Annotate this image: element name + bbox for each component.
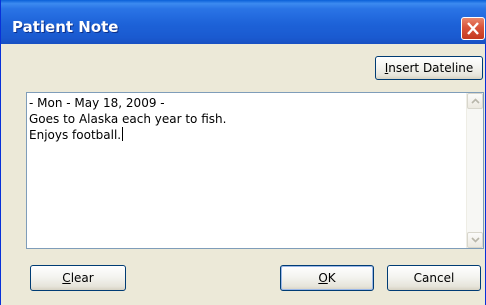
cancel-button[interactable]: Cancel [387, 265, 481, 291]
note-line-2: Goes to Alaska each year to fish. [29, 112, 227, 126]
close-icon [467, 22, 479, 35]
scroll-down-button[interactable] [467, 232, 483, 248]
ok-mnemonic: O [318, 271, 328, 285]
vertical-scrollbar[interactable] [466, 93, 483, 248]
ok-label: K [327, 271, 336, 285]
scroll-up-arrow-icon [471, 98, 480, 104]
patient-note-dialog: Patient Note Insert Dateline - Mon - May… [0, 0, 486, 305]
note-text: - Mon - May 18, 2009 - Goes to Alaska ea… [29, 95, 461, 143]
cancel-label: Cancel [413, 271, 455, 285]
text-caret [122, 127, 124, 141]
window-title: Patient Note [12, 18, 119, 36]
clear-label: lear [70, 271, 94, 285]
close-button[interactable] [461, 17, 485, 40]
ok-button[interactable]: OK [280, 265, 374, 291]
note-line-3: Enjoys football. [29, 128, 122, 142]
insert-dateline-label: nsert Dateline [388, 61, 474, 75]
scroll-up-button[interactable] [467, 93, 483, 109]
title-bar[interactable]: Patient Note [1, 0, 486, 44]
scroll-down-arrow-icon [471, 237, 480, 243]
note-textarea[interactable]: - Mon - May 18, 2009 - Goes to Alaska ea… [26, 92, 484, 249]
clear-mnemonic: C [62, 271, 71, 285]
insert-dateline-button[interactable]: Insert Dateline [375, 56, 483, 80]
clear-button[interactable]: Clear [30, 265, 126, 291]
note-line-1: - Mon - May 18, 2009 - [29, 96, 165, 110]
